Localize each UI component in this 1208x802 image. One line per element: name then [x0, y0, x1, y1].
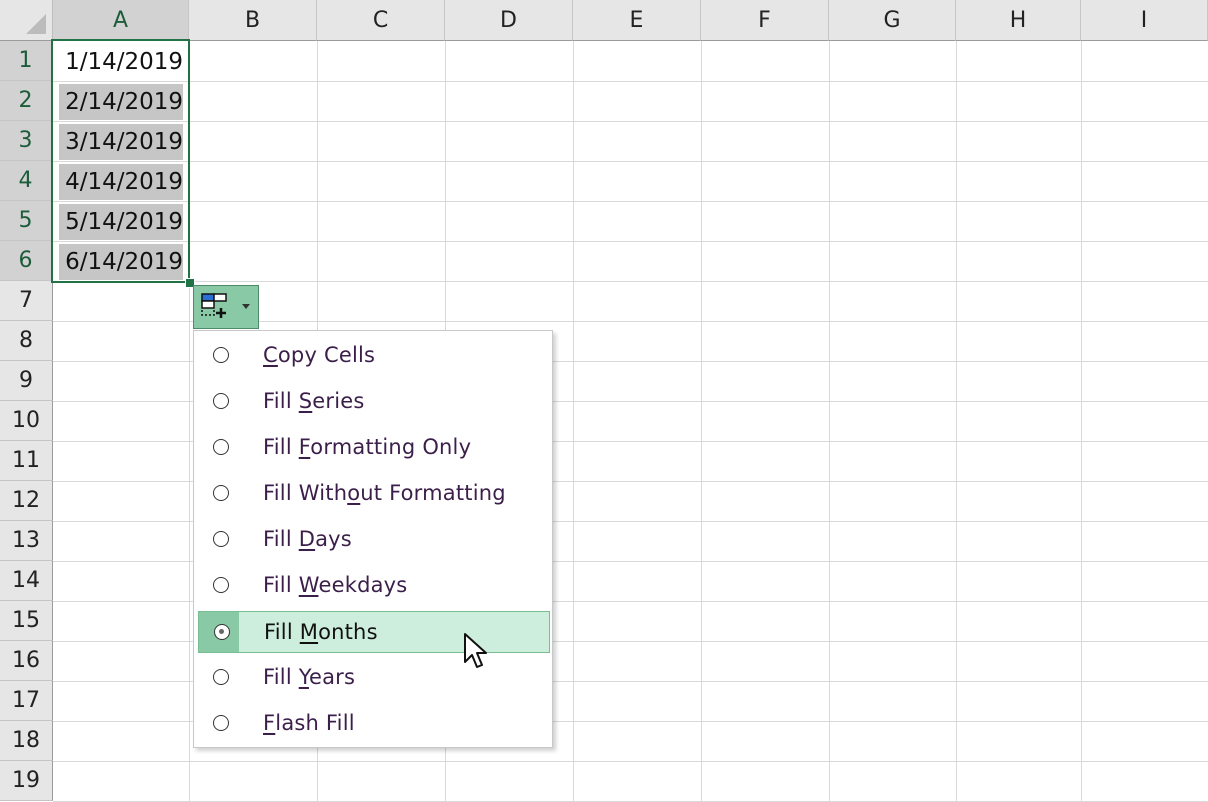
row-header-2[interactable]: 2 — [0, 81, 53, 121]
caret-down-icon — [242, 304, 250, 309]
menu-item-label: Fill Weekdays — [263, 573, 408, 597]
radio-button[interactable] — [213, 393, 229, 409]
row-gridline — [53, 201, 1208, 202]
column-header-A[interactable]: A — [53, 0, 189, 41]
menu-item[interactable]: Fill Series — [198, 381, 550, 423]
menu-item-label: Copy Cells — [263, 343, 376, 367]
column-gridline — [701, 41, 702, 802]
radio-button[interactable] — [213, 439, 229, 455]
row-gridline — [53, 121, 1208, 122]
column-header-E[interactable]: E — [573, 0, 701, 41]
column-header-I[interactable]: I — [1081, 0, 1208, 41]
access-key: o — [347, 481, 361, 505]
auto-fill-options-menu: Copy Cells Fill Series Fill Formatting Onl… — [193, 330, 553, 748]
row-header-8[interactable]: 8 — [0, 321, 53, 361]
column-gridline — [956, 41, 957, 802]
menu-item[interactable]: Fill Days — [198, 519, 550, 561]
access-key: Y — [298, 665, 309, 689]
mouse-pointer-icon — [464, 633, 487, 668]
select-all-triangle-icon — [26, 14, 46, 34]
row-gridline — [53, 161, 1208, 162]
row-header-18[interactable]: 18 — [0, 721, 53, 761]
row-gridline — [53, 761, 1208, 762]
menu-item[interactable]: Fill Months — [198, 611, 550, 653]
auto-fill-options-icon — [201, 293, 227, 318]
row-header-17[interactable]: 17 — [0, 681, 53, 721]
menu-item[interactable]: Fill Formatting Only — [198, 427, 550, 469]
menu-item-label: Fill Days — [263, 527, 352, 551]
row-header-15[interactable]: 15 — [0, 601, 53, 641]
row-header-3[interactable]: 3 — [0, 121, 53, 161]
row-header-5[interactable]: 5 — [0, 201, 53, 241]
menu-item-label: Fill Formatting Only — [263, 435, 472, 459]
menu-item-label: Fill Series — [263, 389, 365, 413]
row-header-11[interactable]: 11 — [0, 441, 53, 481]
menu-item-label: Fill Months — [264, 620, 378, 644]
row-header-4[interactable]: 4 — [0, 161, 53, 201]
access-key: F — [263, 711, 276, 735]
menu-item[interactable]: Fill Without Formatting — [198, 473, 550, 515]
radio-button[interactable] — [213, 347, 229, 363]
menu-item[interactable]: Copy Cells — [198, 335, 550, 377]
column-gridline — [829, 41, 830, 802]
column-gridline — [573, 41, 574, 802]
selection-border — [51, 39, 190, 283]
select-all-corner[interactable] — [0, 0, 53, 41]
row-gridline — [53, 281, 1208, 282]
access-key: D — [298, 527, 316, 551]
row-gridline — [53, 241, 1208, 242]
radio-button[interactable] — [213, 531, 229, 547]
column-header-D[interactable]: D — [445, 0, 573, 41]
radio-button[interactable] — [213, 577, 229, 593]
column-header-B[interactable]: B — [189, 0, 317, 41]
row-header-7[interactable]: 7 — [0, 281, 53, 321]
access-key: S — [298, 389, 313, 413]
row-header-14[interactable]: 14 — [0, 561, 53, 601]
row-header-16[interactable]: 16 — [0, 641, 53, 681]
menu-item-label: Flash Fill — [263, 711, 355, 735]
row-header-1[interactable]: 1 — [0, 41, 53, 81]
row-header-9[interactable]: 9 — [0, 361, 53, 401]
column-header-F[interactable]: F — [701, 0, 829, 41]
row-header-13[interactable]: 13 — [0, 521, 53, 561]
access-key: F — [298, 435, 311, 459]
menu-item-label: Fill Years — [263, 665, 356, 689]
row-gridline — [53, 81, 1208, 82]
access-key: C — [263, 343, 278, 367]
menu-item-label: Fill Without Formatting — [263, 481, 506, 505]
column-gridline — [1081, 41, 1082, 802]
column-header-H[interactable]: H — [956, 0, 1081, 41]
row-header-10[interactable]: 10 — [0, 401, 53, 441]
menu-item[interactable]: Flash Fill — [198, 703, 550, 745]
radio-button[interactable] — [214, 624, 230, 640]
row-header-19[interactable]: 19 — [0, 761, 53, 801]
row-header-12[interactable]: 12 — [0, 481, 53, 521]
menu-item[interactable]: Fill Years — [198, 657, 550, 699]
column-header-G[interactable]: G — [829, 0, 956, 41]
access-key: M — [299, 620, 319, 644]
radio-button[interactable] — [213, 485, 229, 501]
radio-button[interactable] — [213, 669, 229, 685]
radio-button[interactable] — [213, 715, 229, 731]
column-header-C[interactable]: C — [317, 0, 445, 41]
auto-fill-options-button[interactable] — [193, 285, 259, 329]
row-header-6[interactable]: 6 — [0, 241, 53, 281]
access-key: W — [298, 573, 319, 597]
radio-dot — [219, 629, 224, 634]
menu-item[interactable]: Fill Weekdays — [198, 565, 550, 607]
